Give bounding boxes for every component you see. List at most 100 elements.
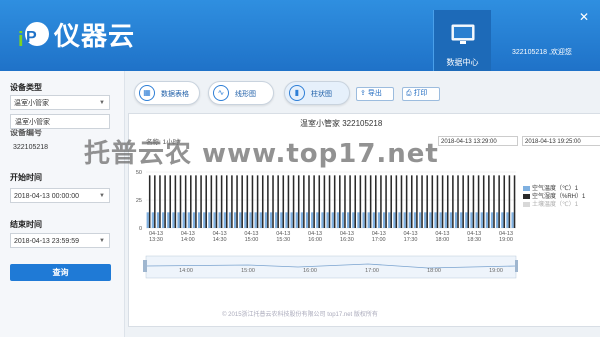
temperature-bar — [506, 212, 509, 228]
legend-swatch — [523, 201, 530, 207]
x-tick-time: 14:30 — [213, 237, 227, 243]
tab-line-chart[interactable]: ∿ 线形图 — [208, 81, 274, 105]
export-icon: ⇪ — [360, 90, 366, 97]
monitor-icon — [451, 24, 475, 44]
humidity-bar — [405, 175, 408, 228]
humidity-bar — [472, 175, 475, 228]
chart-title: 温室小管家 322105218 — [300, 119, 383, 128]
temperature-bar — [244, 212, 247, 228]
x-tick-time: 18:00 — [435, 237, 449, 243]
temperature-bar — [465, 212, 468, 228]
temperature-bar — [372, 212, 376, 228]
end-time-value: 2018-04-13 23:59:59 — [14, 238, 79, 245]
legend-item[interactable]: 空气温度（℃）1 — [523, 185, 585, 193]
humidity-bar — [400, 175, 403, 228]
temperature-bar — [172, 212, 175, 228]
humidity-bar — [328, 175, 331, 228]
navigator-label: 16:00 — [303, 268, 317, 274]
humidity-bar — [200, 175, 202, 228]
navigator-label: 15:00 — [241, 268, 255, 274]
navigator-left-handle — [143, 260, 147, 272]
end-time-label: 结束时间 — [10, 220, 42, 229]
query-button[interactable]: 查询 — [10, 264, 111, 281]
line-chart-icon: ∿ — [213, 85, 229, 101]
humidity-bar — [267, 175, 269, 228]
humidity-bar — [318, 175, 321, 228]
start-time-select[interactable]: 2018-04-13 00:00:00 ▼ — [10, 188, 110, 203]
bar-chart-icon: ▮ — [289, 85, 305, 101]
humidity-bar — [498, 175, 500, 228]
humidity-bar — [159, 175, 161, 228]
humidity-bar — [457, 175, 459, 228]
humidity-bar — [493, 175, 495, 228]
humidity-bar — [287, 175, 290, 228]
humidity-bar — [380, 175, 382, 228]
temperature-bar — [398, 212, 401, 228]
start-time-label: 开始时间 — [10, 173, 42, 182]
temperature-bar — [192, 212, 196, 228]
temperature-bar — [177, 212, 180, 228]
humidity-bar — [431, 175, 434, 228]
temperature-bar — [249, 212, 252, 228]
device-type-dropdown-option[interactable]: 温室小管家 — [10, 114, 110, 129]
start-time-value: 2018-04-13 00:00:00 — [14, 193, 79, 200]
chevron-down-icon: ▼ — [99, 193, 105, 199]
humidity-bar — [462, 175, 464, 228]
humidity-bar — [220, 175, 223, 228]
temperature-bar — [413, 212, 417, 228]
temperature-bar — [475, 212, 478, 228]
data-center-button[interactable]: 数据中心 — [433, 10, 491, 71]
date-to-field[interactable]: 2018-04-13 19:25:00 — [522, 136, 600, 146]
temperature-bar — [418, 212, 422, 228]
temperature-bar — [182, 212, 185, 228]
temperature-bar — [228, 212, 232, 228]
device-type-select[interactable]: 温室小管家 ▼ — [10, 95, 110, 110]
humidity-bar — [282, 175, 285, 228]
date-from-field[interactable]: 2018-04-13 13:29:00 — [438, 136, 518, 146]
close-icon[interactable]: ✕ — [579, 10, 589, 24]
temperature-bar — [336, 212, 340, 228]
humidity-bar — [297, 175, 300, 228]
legend-label: 空气湿度（%RH）1 — [532, 194, 586, 200]
humidity-bar — [333, 175, 336, 228]
temperature-bar — [223, 212, 226, 228]
temperature-bar — [285, 212, 288, 228]
x-tick-time: 16:30 — [340, 237, 354, 243]
temperature-bar — [259, 212, 262, 228]
temperature-bar — [429, 212, 432, 228]
temperature-bar — [233, 212, 237, 228]
print-label: 打印 — [413, 90, 428, 97]
humidity-bar — [292, 175, 295, 228]
temperature-bar — [357, 212, 360, 228]
temperature-bar — [444, 212, 447, 228]
temperature-bar — [485, 212, 489, 228]
humidity-bar — [323, 175, 326, 228]
temperature-bar — [408, 212, 411, 228]
svg-text:i: i — [18, 29, 24, 51]
humidity-bar — [241, 175, 243, 228]
navigator-right-handle — [515, 260, 518, 272]
humidity-bar — [195, 175, 197, 228]
temperature-bar — [352, 212, 355, 228]
temperature-bar — [218, 212, 221, 228]
temperature-bar — [326, 212, 329, 228]
legend-item[interactable]: 空气湿度（%RH）1 — [523, 193, 585, 201]
humidity-bar — [410, 175, 413, 228]
end-time-select[interactable]: 2018-04-13 23:59:59 ▼ — [10, 233, 110, 248]
tab-data-table[interactable]: ▦ 数据表格 — [134, 81, 200, 105]
temperature-bar — [347, 212, 350, 228]
export-button[interactable]: ⇪ 导出 — [356, 87, 394, 101]
temperature-bar — [295, 212, 298, 228]
x-tick-time: 14:00 — [181, 237, 195, 243]
temperature-bar — [460, 212, 463, 228]
tab-bar-chart[interactable]: ▮ 柱状图 — [284, 81, 350, 105]
humidity-bar — [446, 175, 449, 228]
temperature-bar — [331, 212, 334, 228]
temperature-bar — [311, 212, 314, 228]
humidity-bar — [395, 175, 398, 228]
sidebar: 设备类型 温室小管家 ▼ 设备编号 322105218 开始时间 2018-04… — [0, 71, 125, 337]
print-button[interactable]: ⎙ 打印 — [402, 87, 440, 101]
x-tick-time: 15:30 — [276, 237, 290, 243]
legend-item[interactable]: 土壤温度（℃）1 — [523, 201, 585, 209]
humidity-bar — [467, 175, 470, 228]
